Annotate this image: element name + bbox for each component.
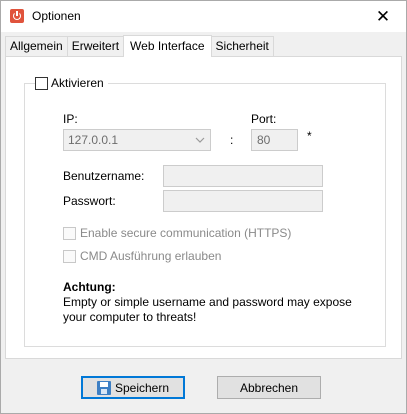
ip-value: 127.0.0.1	[68, 133, 119, 147]
tab-allgemein[interactable]: Allgemein	[5, 36, 68, 56]
chevron-down-icon	[195, 137, 205, 143]
web-interface-group: Aktivieren IP: 127.0.0.1 : Port: 80 * Be…	[24, 76, 386, 347]
web-interface-panel: Aktivieren IP: 127.0.0.1 : Port: 80 * Be…	[5, 56, 402, 359]
options-dialog: Optionen ✕ Allgemein Erweitert Web Inter…	[0, 0, 407, 414]
port-label: Port:	[251, 112, 277, 126]
https-checkbox[interactable]	[63, 226, 76, 240]
cmd-option[interactable]: CMD Ausführung erlauben	[63, 249, 221, 263]
save-button[interactable]: Speichern	[81, 376, 185, 399]
tab-erweitert[interactable]: Erweitert	[66, 36, 125, 56]
enable-checkbox[interactable]	[35, 76, 48, 90]
ip-label: IP:	[63, 112, 78, 126]
https-label: Enable secure communication (HTTPS)	[80, 226, 292, 240]
username-label: Benutzername:	[63, 169, 145, 183]
window-title: Optionen	[32, 9, 81, 23]
tab-sicherheit[interactable]: Sicherheit	[210, 36, 274, 56]
enable-toggle[interactable]: Aktivieren	[35, 76, 108, 90]
warning-text: Empty or simple username and password ma…	[63, 295, 352, 324]
warning-title: Achtung:	[63, 280, 116, 294]
cmd-label: CMD Ausführung erlauben	[80, 249, 222, 263]
title-bar: Optionen ✕	[1, 1, 406, 32]
tab-web-interface[interactable]: Web Interface	[123, 35, 212, 57]
ip-select[interactable]: 127.0.0.1	[63, 129, 211, 151]
cancel-button[interactable]: Abbrechen	[217, 376, 321, 399]
password-input[interactable]	[163, 190, 323, 212]
app-power-icon	[10, 9, 24, 23]
enable-label: Aktivieren	[51, 76, 104, 90]
port-input[interactable]: 80	[251, 129, 298, 151]
save-label: Speichern	[114, 380, 170, 395]
username-input[interactable]	[163, 165, 323, 187]
close-button[interactable]: ✕	[360, 1, 406, 32]
cmd-checkbox[interactable]	[63, 249, 76, 263]
ip-port-separator: :	[230, 133, 234, 147]
https-option[interactable]: Enable secure communication (HTTPS)	[63, 226, 291, 240]
tab-strip: Allgemein Erweitert Web Interface Sicher…	[5, 35, 274, 57]
port-required-mark: *	[307, 129, 312, 143]
password-label: Passwort:	[63, 194, 116, 208]
floppy-disk-icon	[96, 380, 111, 395]
